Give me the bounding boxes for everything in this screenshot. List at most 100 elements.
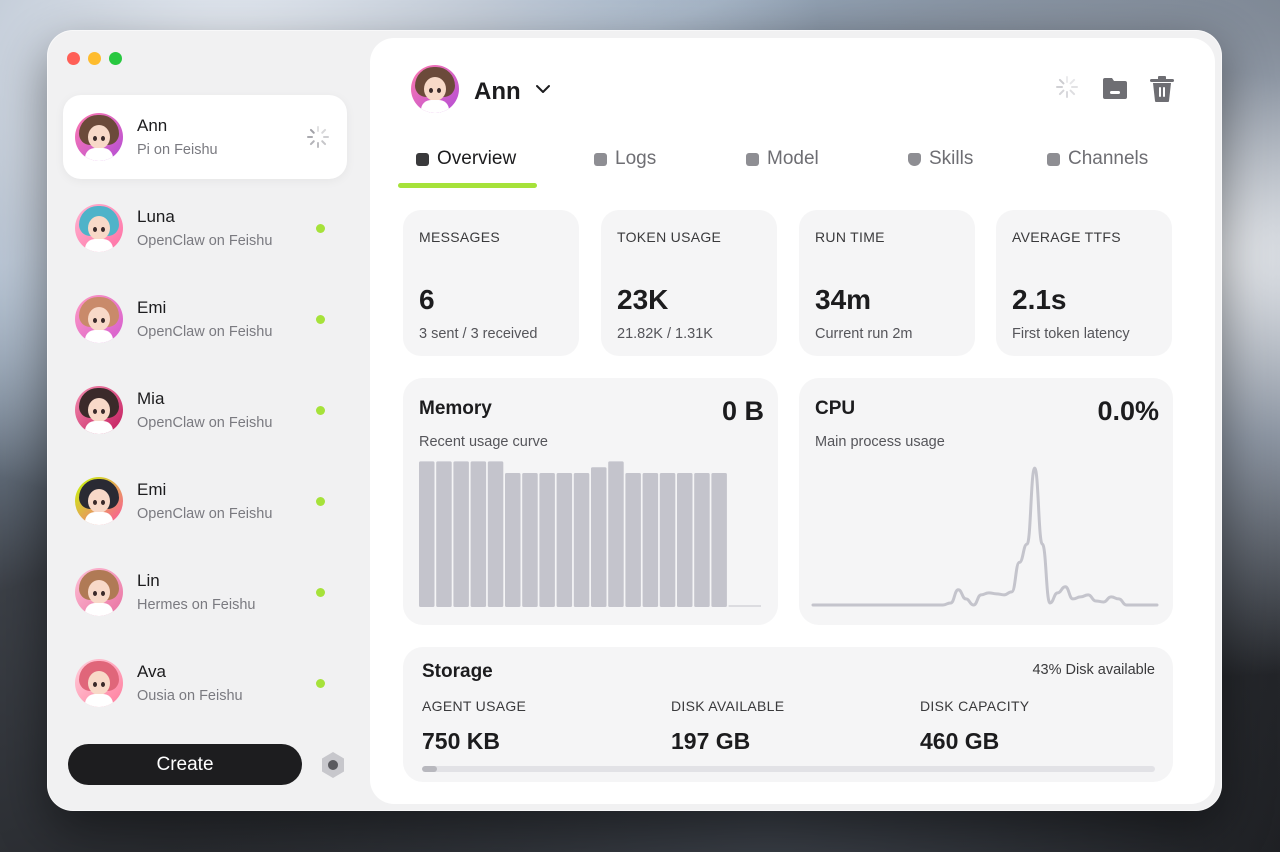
spinner-tick	[323, 136, 329, 138]
avatar-eye	[93, 136, 97, 141]
spinner-tick	[317, 126, 319, 132]
agent-text: Lin Hermes on Feishu	[137, 571, 316, 613]
agent-list-item[interactable]: Lin Hermes on Feishu	[63, 550, 347, 634]
stat-card-messages: MESSAGES 6 3 sent / 3 received	[403, 210, 579, 356]
loading-spinner-icon	[307, 126, 329, 148]
memory-bar	[522, 473, 538, 607]
storage-label: DISK AVAILABLE	[671, 698, 785, 714]
avatar-body	[85, 330, 113, 343]
stat-value: 23K	[617, 284, 669, 315]
online-status-dot	[316, 405, 325, 415]
tab-label: Channels	[1068, 148, 1149, 169]
agent-list-item[interactable]: Ava Ousia on Feishu	[63, 641, 347, 725]
avatar-eye	[93, 318, 97, 323]
tab-channels[interactable]: Channels	[1047, 148, 1148, 170]
stat-label: AVERAGE TTFS	[1012, 229, 1121, 245]
agent-avatar	[411, 65, 459, 113]
avatar-eye	[101, 318, 105, 323]
storage-progress-fill	[422, 766, 437, 772]
settings-icon[interactable]	[319, 751, 347, 779]
memory-card: Memory 0 B Recent usage curve	[403, 378, 778, 625]
agent-name: Ann	[137, 116, 168, 135]
tab-label: Logs	[615, 148, 657, 169]
agent-list-item[interactable]: Luna OpenClaw on Feishu	[63, 186, 347, 270]
memory-bar	[625, 473, 641, 607]
agent-list-item[interactable]: Ann Pi on Feishu	[63, 95, 347, 179]
online-status-dot	[316, 587, 325, 597]
avatar	[75, 386, 123, 434]
online-status-dot	[316, 314, 325, 324]
avatar-eye	[93, 682, 97, 687]
tab-label: Model	[767, 148, 819, 169]
avatar-eye	[101, 591, 105, 596]
agent-text: Emi OpenClaw on Feishu	[137, 480, 316, 522]
stat-label: RUN TIME	[815, 229, 885, 245]
tab-overview[interactable]: Overview	[416, 148, 516, 170]
memory-bar	[419, 461, 435, 607]
storage-label: AGENT USAGE	[422, 698, 527, 714]
active-tab-indicator	[398, 183, 537, 188]
agent-platform: OpenClaw on Feishu	[137, 233, 273, 249]
memory-bar	[608, 461, 624, 607]
stat-sub: Current run 2m	[815, 326, 913, 342]
avatar	[75, 113, 123, 161]
memory-bar	[694, 473, 710, 607]
avatar-eye	[93, 409, 97, 414]
spinner-tick	[1069, 78, 1076, 85]
stat-sub: 21.82K / 1.31K	[617, 326, 713, 342]
memory-bar	[505, 473, 521, 607]
avatar	[75, 568, 123, 616]
online-status-dot	[316, 496, 325, 506]
cpu-line-chart	[811, 466, 1159, 607]
avatar-eye	[101, 136, 105, 141]
loading-spinner-icon	[1056, 76, 1078, 103]
tab-skills[interactable]: Skills	[908, 148, 973, 170]
chevron-down-icon[interactable]	[535, 82, 551, 100]
code-icon	[746, 152, 759, 166]
agent-list-item[interactable]: Emi OpenClaw on Feishu	[63, 277, 347, 361]
spinner-tick	[317, 142, 319, 148]
create-button[interactable]: Create	[68, 744, 302, 785]
storage-value: 750 KB	[422, 728, 500, 754]
agent-text: Ann Pi on Feishu	[137, 116, 307, 158]
bar-chart-icon	[416, 152, 429, 166]
storage-value: 197 GB	[671, 728, 751, 754]
avatar-face	[88, 398, 110, 422]
online-status-dot	[316, 223, 325, 233]
agent-list-item[interactable]: Emi OpenClaw on Feishu	[63, 459, 347, 543]
folder-icon[interactable]	[1101, 74, 1129, 107]
avatar-eye	[101, 227, 105, 232]
stat-card-run-time: RUN TIME 34m Current run 2m	[799, 210, 975, 356]
storage-progress-bar	[422, 766, 1155, 772]
avatar	[75, 659, 123, 707]
trash-icon[interactable]	[1149, 75, 1175, 108]
stat-card-token-usage: TOKEN USAGE 23K 21.82K / 1.31K	[601, 210, 777, 356]
agent-name: Emi	[137, 298, 167, 317]
agent-list-item[interactable]: Mia OpenClaw on Feishu	[63, 368, 347, 452]
memory-bar	[591, 467, 607, 607]
memory-bar	[677, 473, 693, 607]
stat-value: 6	[419, 284, 435, 315]
agent-platform: OpenClaw on Feishu	[137, 506, 273, 522]
storage-card: Storage 43% Disk available AGENT USAGE 7…	[403, 647, 1173, 782]
avatar-body	[85, 239, 113, 252]
avatar-face	[88, 216, 110, 240]
agent-name: Luna	[137, 207, 175, 226]
spinner-tick	[320, 128, 327, 135]
tab-model[interactable]: Model	[746, 148, 819, 170]
spinner-tick	[1058, 78, 1065, 85]
avatar-body	[85, 694, 113, 707]
disk-capacity-stat: DISK CAPACITY 460 GB	[920, 698, 1029, 755]
tab-logs[interactable]: Logs	[594, 148, 656, 170]
stat-sub: 3 sent / 3 received	[419, 326, 538, 342]
agent-text: Luna OpenClaw on Feishu	[137, 207, 316, 249]
agent-name: Lin	[137, 571, 160, 590]
agent-platform: OpenClaw on Feishu	[137, 415, 273, 431]
avatar-eye	[93, 500, 97, 505]
agent-text: Mia OpenClaw on Feishu	[137, 389, 316, 431]
memory-bar	[573, 473, 590, 607]
shield-icon	[908, 152, 921, 166]
storage-value: 460 GB	[920, 728, 1000, 754]
stat-card-average-ttfs: AVERAGE TTFS 2.1s First token latency	[996, 210, 1172, 356]
agent-name: Ava	[137, 662, 166, 681]
